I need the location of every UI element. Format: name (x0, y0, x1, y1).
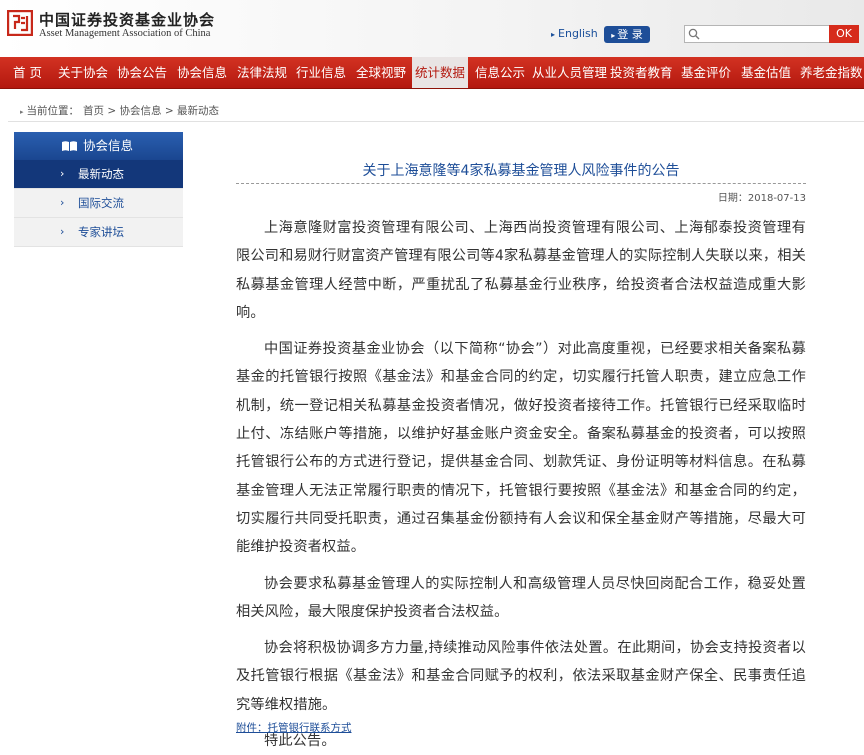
attachment-link[interactable]: 附件：托管银行联系方式 (236, 720, 352, 735)
chevron-right-icon: › (60, 225, 65, 238)
nav-item-fund-rating[interactable]: 基金评价 (681, 57, 731, 88)
sidebar-item-label: 最新动态 (78, 167, 124, 181)
article-paragraph: 中国证券投资基金业协会（以下简称“协会”）对此高度重视，已经要求相关备案私募基金… (236, 341, 806, 556)
english-link[interactable]: ▸ English (551, 27, 598, 40)
logo-icon[interactable] (7, 10, 33, 36)
org-name-en: Asset Management Association of China (39, 28, 211, 39)
sidebar-item-expert-forum[interactable]: › 专家讲坛 (14, 218, 183, 247)
nav-item-investor-education[interactable]: 投资者教育 (610, 57, 673, 88)
nav-item-laws[interactable]: 法律法规 (237, 57, 287, 88)
sidebar-item-label: 国际交流 (78, 196, 124, 210)
breadcrumb-prefix: 当前位置： (26, 105, 80, 117)
sidebar: 协会信息 › 最新动态 › 国际交流 › 专家讲坛 (14, 132, 183, 247)
nav-item-association-info[interactable]: 协会信息 (177, 57, 227, 88)
article-date: 日期：2018-07-13 (717, 193, 806, 204)
breadcrumb: ▸ 当前位置： 首页 > 协会信息 > 最新动态 (20, 103, 219, 118)
search-input[interactable] (703, 26, 823, 42)
sidebar-header: 协会信息 (14, 132, 183, 160)
sidebar-item-international[interactable]: › 国际交流 (14, 189, 183, 218)
nav-item-industry[interactable]: 行业信息 (296, 57, 346, 88)
org-name-cn: 中国证券投资基金业协会 (39, 11, 216, 29)
nav-item-practitioners[interactable]: 从业人员管理 (532, 57, 607, 88)
breadcrumb-path[interactable]: 首页 > 协会信息 > 最新动态 (83, 105, 219, 117)
nav-item-home[interactable]: 首 页 (13, 57, 42, 88)
arrow-right-icon: ▸ (551, 30, 556, 39)
search-icon (688, 28, 700, 40)
top-header: 中国证券投资基金业协会 Asset Management Association… (0, 0, 864, 57)
chevron-right-icon: › (60, 167, 65, 180)
article-title: 关于上海意隆等4家私募基金管理人风险事件的公告 (362, 163, 680, 179)
nav-item-statistics[interactable]: 统计数据 (412, 57, 469, 88)
sidebar-item-label: 专家讲坛 (78, 225, 124, 239)
nav-item-disclosure[interactable]: 信息公示 (475, 57, 525, 88)
arrow-right-icon: ▸ (20, 108, 24, 116)
breadcrumb-divider (8, 121, 864, 122)
nav-item-announcements[interactable]: 协会公告 (117, 57, 167, 88)
nav-item-pension-index[interactable]: 养老金指数 (800, 57, 863, 88)
chevron-right-icon: › (60, 196, 65, 209)
book-icon (62, 141, 77, 151)
article-paragraph: 协会将积极协调多方力量,持续推动风险事件依法处置。在此期间，协会支持投资者以及托… (236, 640, 806, 713)
login-button[interactable]: ▸ 登 录 (604, 26, 650, 43)
article-paragraph: 上海意隆财富投资管理有限公司、上海西尚投资管理有限公司、上海郁泰投资管理有限公司… (236, 220, 806, 321)
search-box (684, 25, 830, 43)
nav-item-global[interactable]: 全球视野 (356, 57, 406, 88)
login-button-label: 登 录 (617, 28, 643, 41)
sidebar-title: 协会信息 (83, 138, 134, 153)
english-link-label: English (558, 27, 598, 40)
sidebar-item-latest-news[interactable]: › 最新动态 (14, 160, 183, 189)
article-paragraph: 协会要求私募基金管理人的实际控制人和高级管理人员尽快回岗配合工作，稳妥处置相关风… (236, 575, 806, 620)
arrow-right-icon: ▸ (611, 31, 616, 40)
main-nav: 首 页 关于协会 协会公告 协会信息 法律法规 行业信息 全球视野 统计数据 信… (0, 57, 864, 89)
nav-item-fund-valuation[interactable]: 基金估值 (741, 57, 791, 88)
article-body: 上海意隆财富投资管理有限公司、上海西尚投资管理有限公司、上海郁泰投资管理有限公司… (236, 214, 806, 755)
nav-item-about[interactable]: 关于协会 (58, 57, 108, 88)
title-divider (236, 183, 806, 184)
search-ok-button[interactable]: OK (829, 25, 859, 43)
